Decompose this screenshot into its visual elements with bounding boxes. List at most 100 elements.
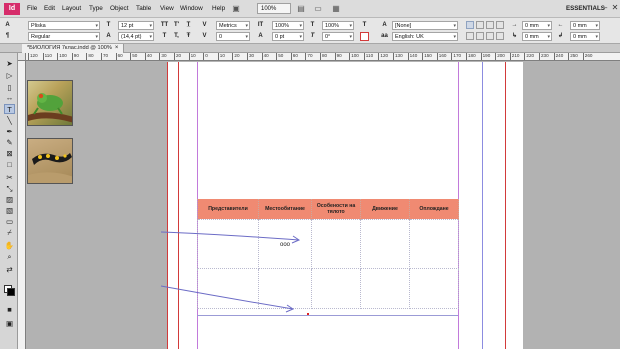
table-cell[interactable] — [409, 218, 459, 269]
salamander-photo[interactable] — [27, 138, 73, 184]
gap-tool-icon[interactable]: ↔ — [4, 93, 15, 103]
align-left-button[interactable] — [466, 21, 474, 29]
menu-object[interactable]: Object — [110, 5, 128, 12]
ruler-tick-label: 220 — [524, 53, 534, 60]
left-indent-field[interactable]: 0 mm — [522, 21, 552, 30]
ruler-tick-label: 190 — [480, 53, 490, 60]
justify-center-button[interactable] — [476, 32, 484, 40]
gradient-feather-tool-icon[interactable]: ▧ — [4, 206, 15, 216]
table-cell[interactable] — [409, 267, 459, 309]
vertical-ruler[interactable] — [18, 61, 26, 349]
menu-type[interactable]: Type — [89, 5, 103, 12]
table-cell[interactable] — [311, 218, 361, 269]
close-button[interactable]: ✕ — [610, 3, 620, 13]
ruler-origin[interactable] — [18, 53, 26, 61]
zoom-tool-icon[interactable]: ⌕ — [4, 252, 15, 262]
stroke-color-swatch[interactable] — [360, 32, 369, 41]
kerning-field[interactable]: Metrics — [216, 21, 250, 30]
paragraph-mode-icon[interactable]: ¶ — [3, 32, 12, 41]
header-cell[interactable]: Представители — [197, 199, 259, 219]
align-center-button[interactable] — [476, 21, 484, 29]
selection-tool-icon[interactable]: ➤ — [4, 59, 15, 69]
underline-button[interactable]: T̲ — [184, 21, 193, 30]
screen-mode-tool-icon[interactable]: ▣ — [4, 319, 15, 329]
ruler-tick-label: 260 — [582, 53, 592, 60]
justify-all-button[interactable] — [496, 32, 504, 40]
subscript-button[interactable]: T, — [172, 32, 181, 41]
language-select[interactable]: English: UK — [392, 32, 458, 41]
minimize-button[interactable]: – — [600, 3, 610, 13]
ruler-tick-label: 90 — [334, 53, 342, 60]
skew-field[interactable]: 0° — [322, 32, 354, 41]
character-mode-icon[interactable]: A — [3, 21, 12, 30]
horizontal-scale-field[interactable]: 100% — [322, 21, 354, 30]
column-guide — [482, 62, 483, 349]
screen-mode-icon[interactable]: ▭ — [312, 3, 324, 14]
align-right-button[interactable] — [486, 21, 494, 29]
fill-color-icon[interactable]: T — [360, 21, 369, 30]
zoom-level-field[interactable]: 100% — [257, 3, 291, 14]
justify-left-button[interactable] — [466, 32, 474, 40]
menu-help[interactable]: Help — [212, 5, 225, 12]
menu-layout[interactable]: Layout — [62, 5, 81, 12]
table-cell[interactable] — [311, 267, 361, 309]
table-cell[interactable] — [360, 218, 410, 269]
frog-photo[interactable] — [27, 80, 73, 126]
tracking-field[interactable]: 0 — [216, 32, 250, 41]
table-cell[interactable] — [360, 267, 410, 309]
character-style-select[interactable]: [None] — [392, 21, 458, 30]
header-cell[interactable]: Особености на тялото — [311, 199, 361, 219]
document-tab[interactable]: *БИОЛОГИЯ 7клас.indd @ 100% × — [22, 44, 125, 53]
header-cell[interactable]: Движение — [360, 199, 410, 219]
pen-tool-icon[interactable]: ✒ — [4, 127, 15, 137]
ruler-tick-label: 40 — [144, 53, 152, 60]
leading-field[interactable]: (14,4 pt) — [118, 32, 154, 41]
pasteboard[interactable]: Представители Местообитание Особености н… — [27, 62, 620, 349]
header-cell[interactable]: Местообитание — [258, 199, 312, 219]
right-indent-field[interactable]: 0 mm — [570, 21, 600, 30]
justify-right-button[interactable] — [486, 32, 494, 40]
menu-table[interactable]: Table — [136, 5, 151, 12]
rectangle-frame-tool-icon[interactable]: ⊠ — [4, 149, 15, 159]
font-style-select[interactable]: Regular — [28, 32, 100, 41]
direct-selection-tool-icon[interactable]: ▷ — [4, 71, 15, 81]
tab-close-icon[interactable]: × — [115, 45, 119, 51]
first-line-indent-field[interactable]: 0 mm — [522, 32, 552, 41]
hand-tool-icon[interactable]: ✋ — [4, 241, 15, 251]
font-size-field[interactable]: 12 pt — [118, 21, 154, 30]
ruler-tick-label: 110 — [363, 53, 373, 60]
small-caps-button[interactable]: T — [160, 32, 169, 41]
arrange-documents-icon[interactable]: ▦ — [330, 3, 342, 14]
apply-color-icon[interactable]: ■ — [4, 305, 15, 315]
font-family-select[interactable]: Pliska — [28, 21, 100, 30]
strikethrough-button[interactable]: Ŧ — [184, 32, 193, 41]
scissors-tool-icon[interactable]: ✂ — [4, 173, 15, 183]
page-tool-icon[interactable]: ▯ — [4, 83, 15, 93]
pencil-tool-icon[interactable]: ✎ — [4, 138, 15, 148]
swap-colors-icon[interactable]: ⇄ — [4, 265, 15, 275]
note-tool-icon[interactable]: ▭ — [4, 217, 15, 227]
gradient-tool-icon[interactable]: ▨ — [4, 195, 15, 205]
menu-window[interactable]: Window — [180, 5, 203, 12]
menu-view[interactable]: View — [160, 5, 174, 12]
header-cell[interactable]: Оплождане — [409, 199, 459, 219]
view-options-icon[interactable]: ▤ — [295, 3, 307, 14]
horizontal-ruler[interactable]: 120 110 100 90 80 70 60 50 40 30 20 10 0 10 20 30 40 50 60… — [26, 53, 620, 61]
ruler-tick-label: 60 — [115, 53, 123, 60]
stroke-swatch[interactable] — [7, 288, 15, 296]
baseline-shift-field[interactable]: 0 pt — [272, 32, 304, 41]
eyedropper-tool-icon[interactable]: ⌿ — [4, 228, 15, 238]
rectangle-tool-icon[interactable]: □ — [4, 160, 15, 170]
align-towards-spine-button[interactable] — [496, 21, 504, 29]
arrow-one — [160, 231, 300, 241]
all-caps-button[interactable]: TT — [160, 21, 169, 30]
menu-file[interactable]: File — [27, 5, 37, 12]
type-tool-icon[interactable]: T — [4, 104, 15, 114]
bridge-icon[interactable]: ▣ — [230, 3, 242, 14]
free-transform-tool-icon[interactable]: ⤡ — [4, 184, 15, 194]
superscript-button[interactable]: T' — [172, 21, 181, 30]
last-line-indent-field[interactable]: 0 mm — [570, 32, 600, 41]
vertical-scale-field[interactable]: 100% — [272, 21, 304, 30]
menu-edit[interactable]: Edit — [44, 5, 55, 12]
line-tool-icon[interactable]: ╲ — [4, 116, 15, 126]
